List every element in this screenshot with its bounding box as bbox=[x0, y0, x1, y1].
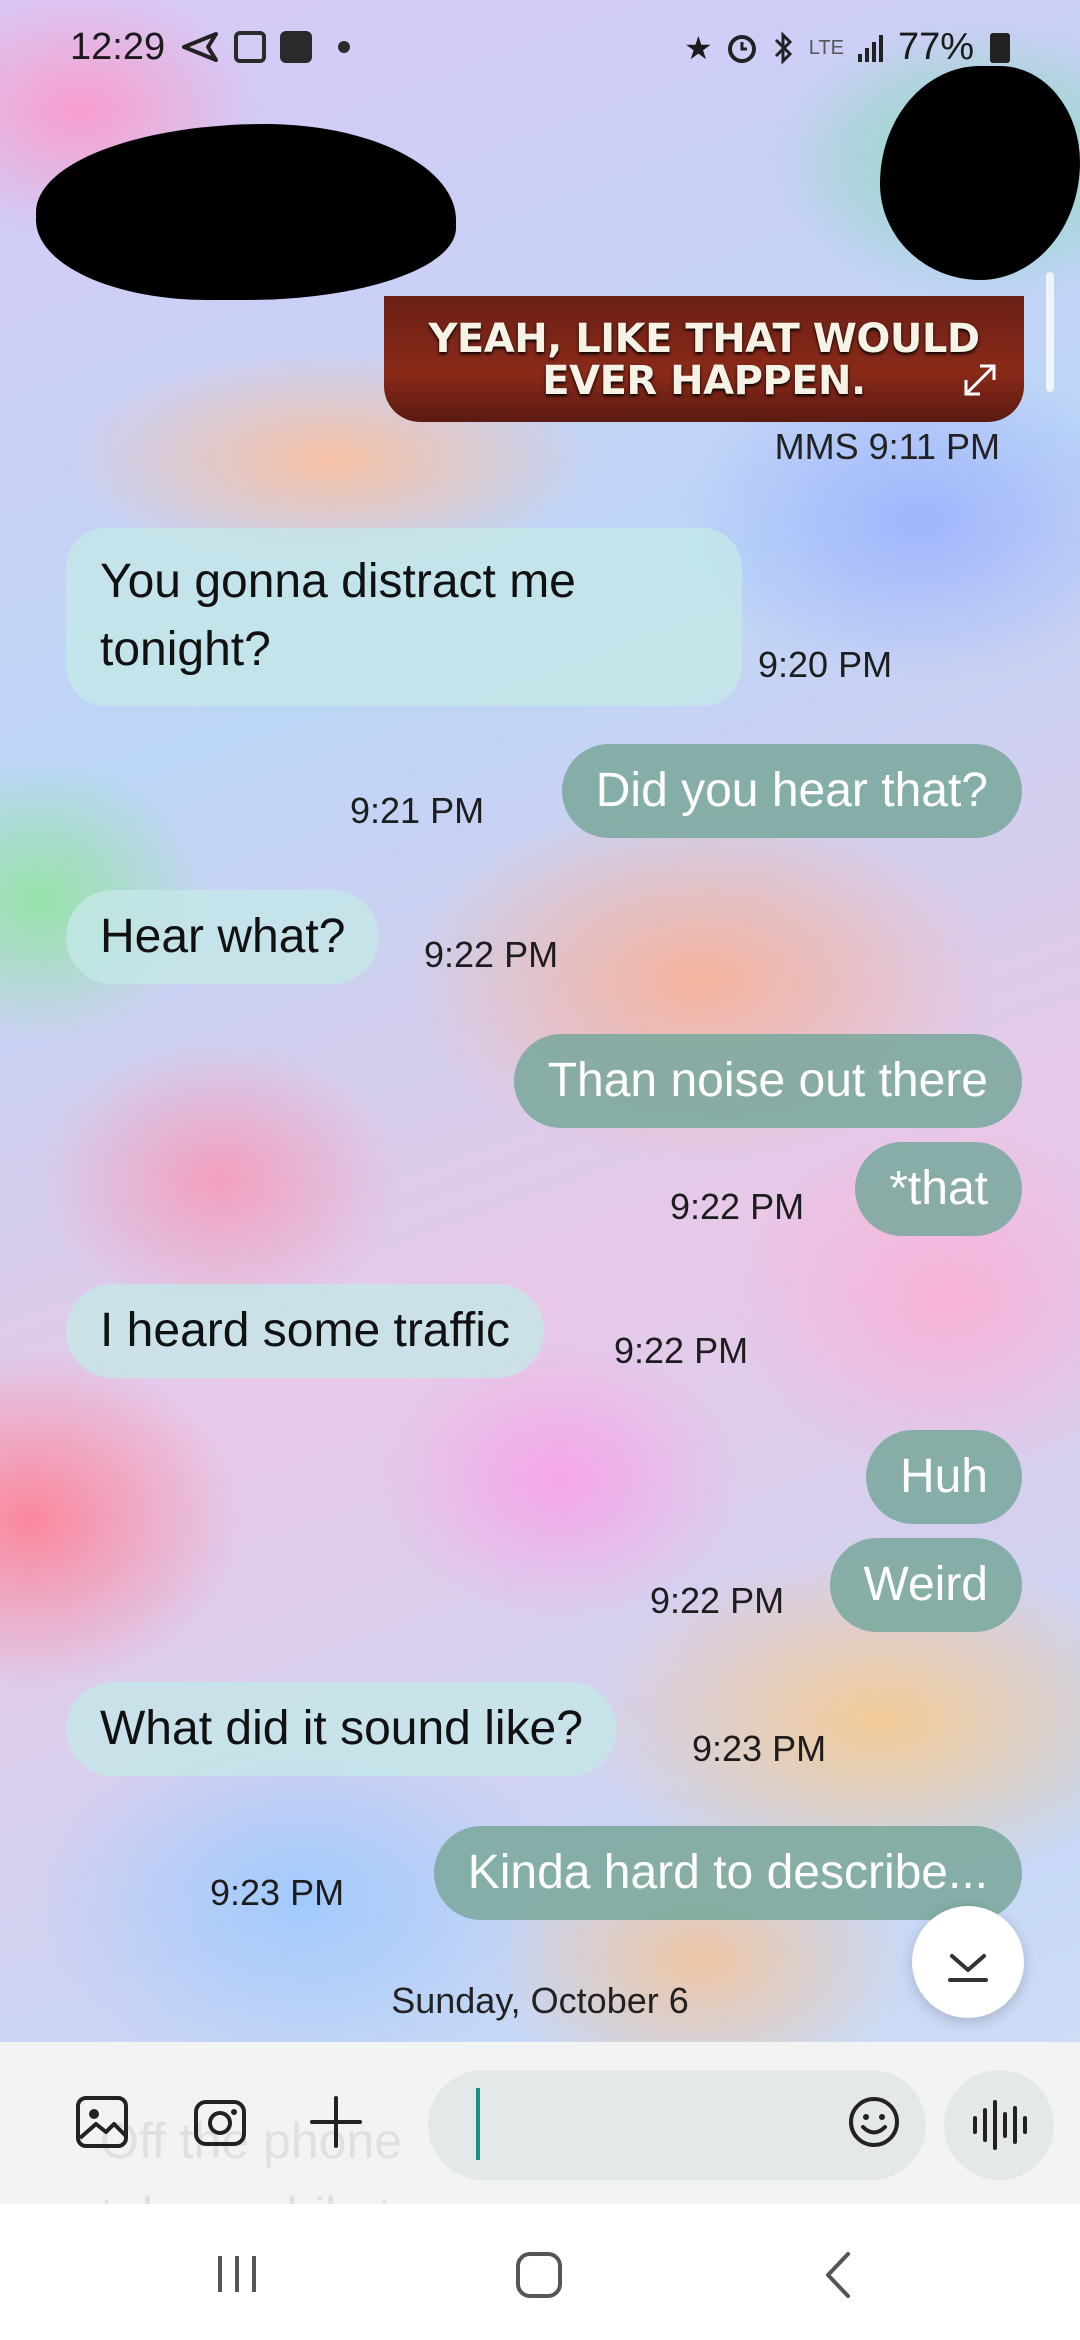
message-time: 9:22 PM bbox=[614, 1330, 749, 1371]
notification-icons bbox=[180, 30, 350, 64]
mms-image[interactable]: YEAH, LIKE THAT WOULD EVER HAPPEN. bbox=[384, 296, 1024, 422]
message-text: Than noise out there bbox=[547, 1054, 988, 1107]
redacted-contact-name bbox=[36, 124, 456, 300]
plus-icon[interactable] bbox=[306, 2092, 366, 2152]
gallery-icon[interactable] bbox=[72, 2092, 132, 2152]
message-text: Kinda hard to describe... bbox=[467, 1846, 988, 1899]
system-icons: ★ LTE 77% bbox=[684, 26, 1010, 69]
message-bubble-outgoing[interactable]: Did you hear that? bbox=[561, 744, 1022, 838]
battery-percent: 77% bbox=[897, 26, 974, 68]
message-bubble-outgoing[interactable]: *that bbox=[855, 1142, 1022, 1236]
lte-icon: LTE bbox=[808, 36, 844, 59]
back-icon[interactable] bbox=[818, 2250, 858, 2300]
recents-icon[interactable] bbox=[212, 2252, 262, 2296]
voice-icon bbox=[973, 2100, 1027, 2150]
message-bubble-incoming[interactable]: You gonna distract me tonight? bbox=[66, 528, 742, 706]
dot-icon bbox=[338, 41, 350, 53]
message-time: 9:23 PM bbox=[210, 1872, 345, 1913]
scroll-to-bottom-button[interactable] bbox=[912, 1906, 1024, 2018]
message-time: 9:23 PM bbox=[692, 1728, 827, 1769]
navigation-bar bbox=[0, 2204, 1080, 2340]
message-time: 9:22 PM bbox=[650, 1580, 785, 1621]
expand-icon[interactable] bbox=[958, 358, 1002, 402]
message-text: *that bbox=[889, 1162, 988, 1215]
home-icon[interactable] bbox=[514, 2250, 564, 2300]
message-text: I heard some traffic bbox=[100, 1304, 510, 1357]
scrollbar[interactable] bbox=[1046, 272, 1054, 392]
message-bubble-incoming[interactable]: I heard some traffic bbox=[66, 1284, 544, 1378]
message-bubble-outgoing[interactable]: Weird bbox=[829, 1538, 1022, 1632]
text-cursor bbox=[476, 2088, 480, 2160]
chevron-down-icon bbox=[948, 1954, 988, 1982]
message-text: What did it sound like? bbox=[100, 1702, 583, 1755]
battery-icon bbox=[990, 32, 1010, 63]
app-icon bbox=[280, 31, 312, 63]
status-bar: 12:29 ★ LTE 77% bbox=[0, 0, 1080, 96]
message-text: Hear what? bbox=[100, 910, 346, 963]
message-time: 9:20 PM bbox=[758, 644, 893, 685]
message-bubble-incoming[interactable]: Hear what? bbox=[66, 890, 380, 984]
star-icon: ★ bbox=[684, 29, 713, 66]
message-text: Did you hear that? bbox=[595, 764, 988, 817]
bluetooth-icon bbox=[774, 30, 792, 65]
message-time: 9:22 PM bbox=[424, 934, 559, 975]
message-time: 9:22 PM bbox=[670, 1186, 805, 1227]
alarm-icon bbox=[727, 34, 756, 63]
message-bubble-outgoing[interactable]: Huh bbox=[865, 1430, 1022, 1524]
message-time: 9:21 PM bbox=[350, 790, 485, 831]
message-text: Huh bbox=[899, 1450, 988, 1503]
gallery-icon bbox=[234, 31, 266, 63]
message-text: You gonna distract me tonight? bbox=[100, 555, 576, 676]
message-bubble-incoming[interactable]: What did it sound like? bbox=[66, 1682, 617, 1776]
send-icon bbox=[182, 32, 218, 62]
signal-icon bbox=[857, 34, 883, 62]
status-time: 12:29 bbox=[70, 26, 166, 68]
mms-caption: YEAH, LIKE THAT WOULD EVER HAPPEN. bbox=[428, 316, 980, 404]
mms-timestamp: MMS 9:11 PM bbox=[774, 426, 1000, 467]
message-bubble-outgoing[interactable]: Than noise out there bbox=[513, 1034, 1022, 1128]
message-text: Weird bbox=[863, 1558, 988, 1611]
camera-icon[interactable] bbox=[190, 2092, 250, 2152]
emoji-icon[interactable] bbox=[844, 2092, 904, 2152]
voice-input-button[interactable] bbox=[944, 2070, 1054, 2180]
